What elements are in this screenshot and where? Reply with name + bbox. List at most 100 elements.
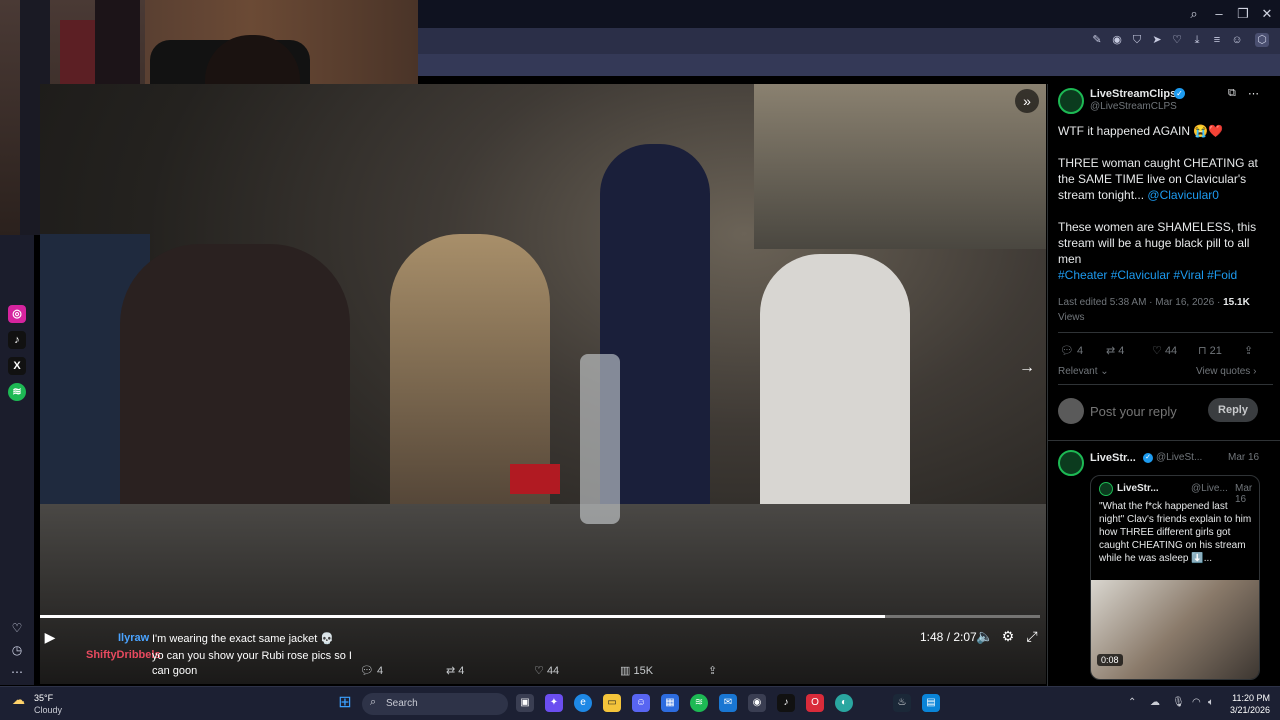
page-background	[418, 76, 1280, 84]
avatar[interactable]	[1058, 398, 1084, 424]
reply-button[interactable]: Reply	[1208, 398, 1258, 422]
reply-input[interactable]	[1090, 400, 1200, 422]
copilot-icon[interactable]: ✦	[545, 694, 563, 712]
heart-icon[interactable]: ♡	[8, 619, 26, 637]
x-icon[interactable]: X	[8, 357, 26, 375]
taskbar-search[interactable]: ⌕ Search	[362, 693, 508, 715]
expand-icon[interactable]: »	[1015, 89, 1039, 113]
minimize-icon[interactable]: –	[1209, 5, 1229, 23]
settings-icon[interactable]: ⚙	[1000, 628, 1016, 645]
mail-icon[interactable]: ✉	[719, 694, 737, 712]
bookmark-stat[interactable]: ⊓ 21	[1198, 344, 1222, 357]
search-icon: ⌕	[370, 696, 377, 708]
like-action[interactable]: ♡ 44	[534, 664, 559, 680]
video-progress-bar[interactable]	[40, 615, 1040, 618]
view-quotes-label: View quotes	[1196, 366, 1251, 377]
like-count: 44	[1164, 345, 1178, 357]
reply-author-handle[interactable]: @LiveSt...	[1156, 452, 1202, 463]
search-icon[interactable]: ⌕	[1184, 5, 1204, 23]
grok-icon[interactable]: ⧉	[1228, 87, 1236, 100]
spotify-icon[interactable]: ≋	[8, 383, 26, 401]
edited-timestamp[interactable]: Last edited 5:38 AM · Mar 16, 2026 ·	[1058, 297, 1220, 308]
clock-date[interactable]: 3/21/2026	[1222, 705, 1270, 715]
reply-date[interactable]: Mar 16	[1228, 452, 1259, 463]
spotify-icon[interactable]: ≋	[690, 694, 708, 712]
next-arrow-icon[interactable]: →	[1015, 356, 1039, 380]
reply-author-name[interactable]: LiveStr...	[1090, 452, 1136, 464]
like-stat[interactable]: ♡ 44	[1152, 344, 1177, 357]
weather-temp[interactable]: 35°F	[34, 693, 53, 703]
weather-desc[interactable]: Cloudy	[34, 705, 62, 715]
obs-icon[interactable]: ◉	[748, 694, 766, 712]
task-view-icon[interactable]: ▣	[516, 694, 534, 712]
video-tv-overlay	[754, 84, 1046, 249]
edit-icon[interactable]: ✎	[1090, 33, 1104, 47]
avatar[interactable]	[1058, 88, 1084, 114]
repost-stat[interactable]: ⇄ 4	[1106, 344, 1124, 357]
reply-count: 4	[1077, 345, 1084, 357]
author-name[interactable]: LiveStreamClips	[1090, 88, 1176, 100]
tiktok-icon[interactable]: ♪	[8, 331, 26, 349]
clock-time[interactable]: 11:20 PM	[1226, 693, 1270, 703]
hashtags-link[interactable]: #Cheater #Clavicular #Viral #Foid	[1058, 267, 1273, 283]
send-icon[interactable]: ➤	[1150, 33, 1164, 47]
divider	[1058, 332, 1273, 333]
opera-icon[interactable]: O	[806, 694, 824, 712]
tiktok-icon[interactable]: ♪	[777, 694, 795, 712]
video-player[interactable]: » →	[40, 84, 1046, 684]
quoted-tweet[interactable]: LiveStr... @Live... Mar 16 "What the f*c…	[1090, 475, 1260, 680]
reply-stat[interactable]: 💬︎ 4	[1060, 344, 1083, 357]
avatar[interactable]	[1058, 450, 1084, 476]
camera-icon[interactable]: ◉	[1110, 33, 1124, 47]
author-handle[interactable]: @LiveStreamCLPS	[1090, 101, 1177, 112]
reply-count: 4	[377, 665, 384, 677]
video-time: 1:48 / 2:07	[920, 630, 977, 644]
download-icon[interactable]: ⤓	[1190, 33, 1204, 47]
discord-icon[interactable]: ☺	[632, 694, 650, 712]
thumbnail-duration: 0:08	[1097, 654, 1123, 666]
extension-icon[interactable]: ⬡	[1255, 33, 1269, 47]
mic-icon[interactable]: 🎙︎	[1172, 697, 1185, 708]
share-icon[interactable]: ⇪	[708, 664, 717, 680]
file-explorer-icon[interactable]: ▭	[603, 694, 621, 712]
close-icon[interactable]: ✕	[1257, 5, 1277, 23]
play-icon[interactable]: ▶	[42, 629, 58, 646]
maximize-icon[interactable]: ❐	[1233, 5, 1253, 23]
speaker-icon[interactable]: 🔈︎	[1208, 697, 1214, 708]
menu-icon[interactable]: ≡	[1210, 33, 1224, 47]
app-icon[interactable]: ▤	[922, 694, 940, 712]
share-icon[interactable]: ⇪	[1244, 344, 1253, 357]
chat-username[interactable]: Ilyraw	[118, 632, 149, 644]
tweet-line1: WTF it happened AGAIN 😭❤️	[1058, 124, 1224, 138]
browser-icon[interactable]: ◐	[835, 694, 853, 712]
wifi-icon[interactable]: ◠	[1192, 697, 1201, 708]
repost-action[interactable]: ⇄ 4	[446, 664, 464, 680]
shield-icon[interactable]: ⛉	[1130, 33, 1144, 47]
mention-link[interactable]: @Clavicular0	[1147, 188, 1219, 202]
steam-icon[interactable]: ♨	[893, 694, 911, 712]
weather-cloud-icon[interactable]: ☁	[12, 692, 30, 707]
history-icon[interactable]: ◷	[8, 641, 26, 659]
fullscreen-icon[interactable]: ⤢	[1024, 628, 1040, 645]
store-icon[interactable]: ▦	[661, 694, 679, 712]
more-options-icon[interactable]: ⋯	[1248, 87, 1259, 100]
relevant-dropdown[interactable]: Relevant ⌄	[1058, 366, 1109, 377]
windows-start-icon[interactable]: ⊞	[336, 694, 354, 712]
volume-icon[interactable]: 🔈	[976, 628, 993, 645]
repost-count: 4	[458, 665, 465, 677]
views-action[interactable]: ▥ 15K	[620, 664, 653, 680]
quoted-video-thumbnail[interactable]: 0:08	[1091, 580, 1259, 679]
video-bottle	[580, 354, 620, 524]
heart-icon: ♡	[1152, 345, 1162, 357]
tray-chevron-icon[interactable]: ⌃	[1128, 697, 1136, 708]
quoted-author-handle: @Live...	[1191, 483, 1228, 494]
edge-icon[interactable]: e	[574, 694, 592, 712]
more-icon[interactable]: ⋯	[8, 663, 26, 681]
view-quotes-link[interactable]: View quotes ›	[1196, 366, 1256, 377]
reply-action[interactable]: 💬︎ 4	[360, 664, 383, 680]
instagram-icon[interactable]: ◎	[8, 305, 26, 323]
chat-username[interactable]: ShiftyDribbels	[86, 649, 161, 661]
heart-icon[interactable]: ♡	[1170, 33, 1184, 47]
profile-icon[interactable]: ☺	[1230, 33, 1244, 47]
cloud-icon[interactable]: ☁	[1150, 697, 1160, 708]
